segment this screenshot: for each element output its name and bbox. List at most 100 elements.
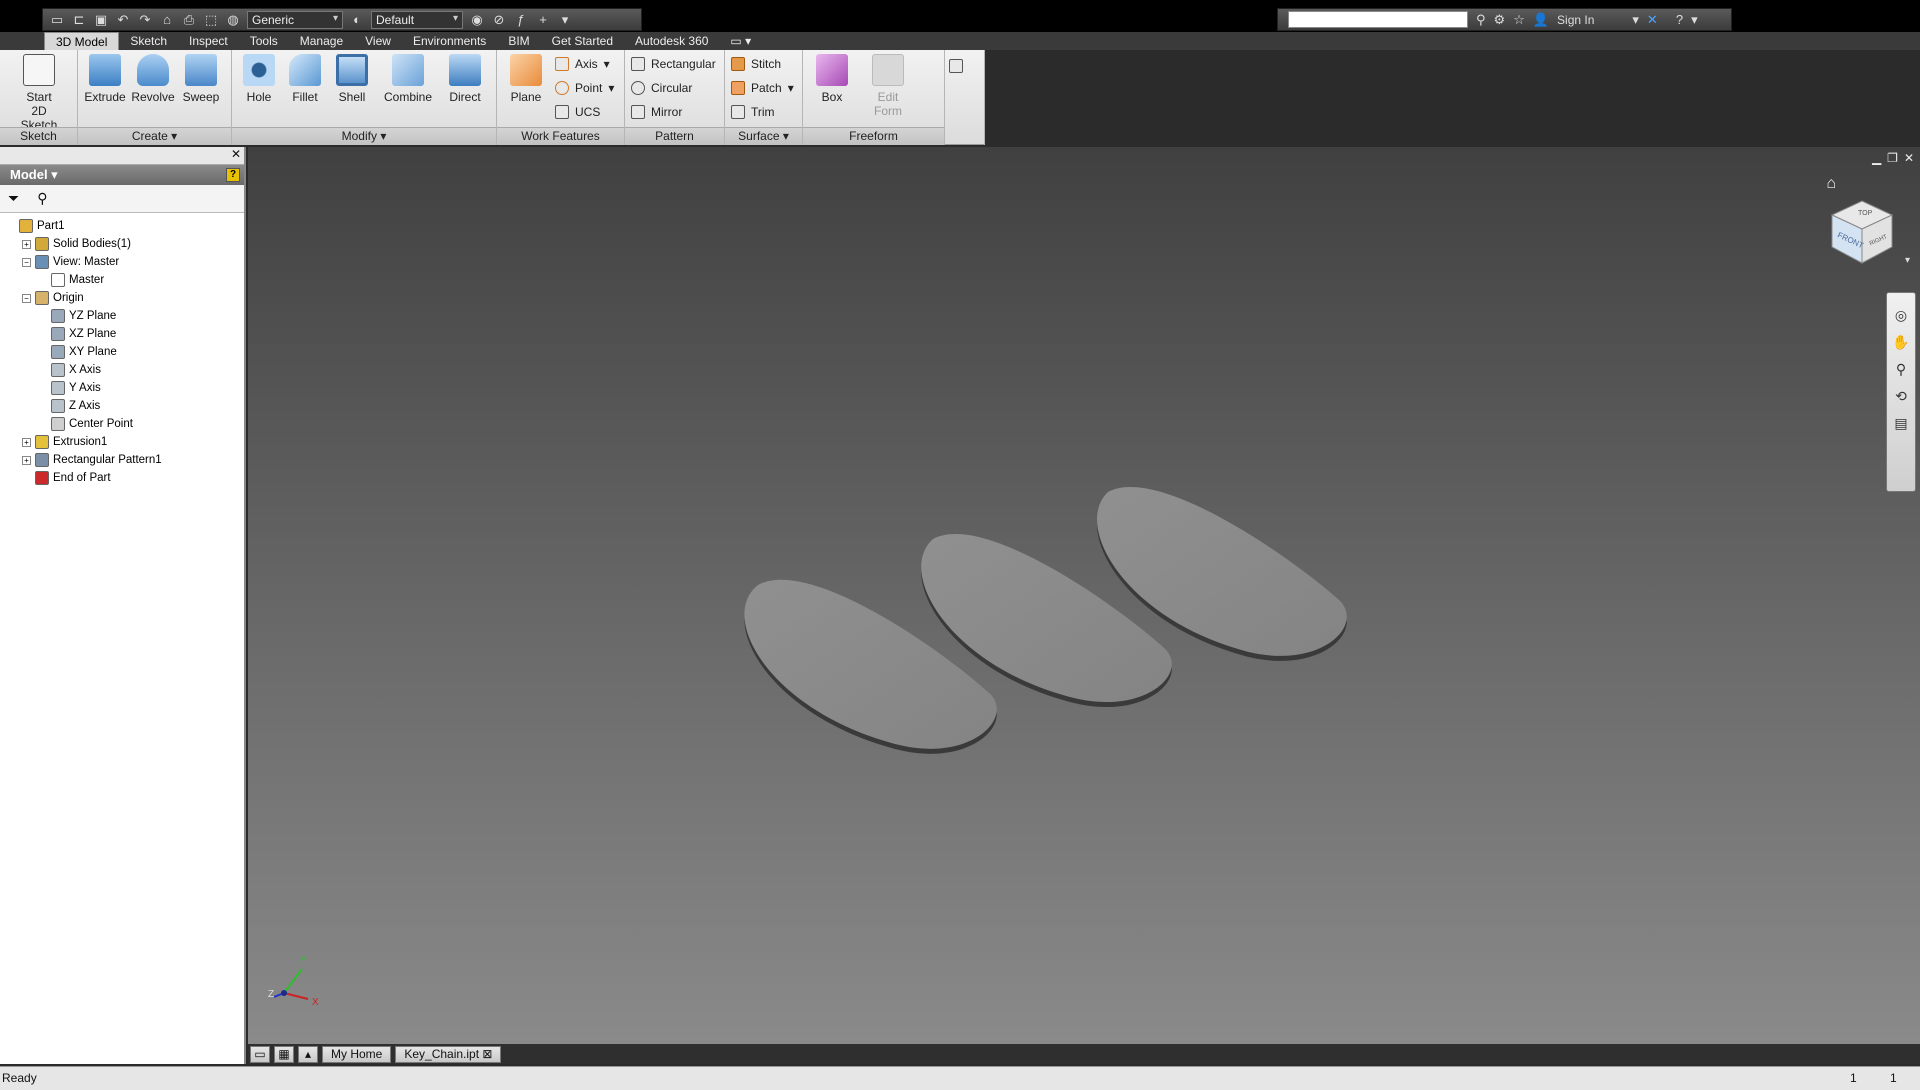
tab-3d-model[interactable]: 3D Model <box>44 32 120 50</box>
filter-icon[interactable]: ⏷ <box>8 190 19 207</box>
tree-expander-icon[interactable]: + <box>22 437 31 447</box>
shell-button[interactable]: Shell <box>327 54 377 126</box>
tab-view[interactable]: View <box>354 32 402 50</box>
mirror-button[interactable]: Mirror <box>631 102 682 122</box>
graphics-window[interactable]: ▁ ❐ ✕ ⌂ TOP FRONT RIGHT ▾ ◎ ✋ ⚲ ⟲ ▤ Y X … <box>248 147 1920 1044</box>
patch-button[interactable]: Patch ▾ <box>731 78 794 98</box>
tab-inspect[interactable]: Inspect <box>178 32 239 50</box>
browser-header[interactable]: Model ▾ ? <box>0 165 244 185</box>
tab-autodesk-360[interactable]: Autodesk 360 <box>624 32 719 50</box>
direct-button[interactable]: Direct <box>440 54 490 126</box>
axis-dropdown-icon[interactable]: ▾ <box>604 57 610 71</box>
tab-bim[interactable]: BIM <box>497 32 540 50</box>
point-button[interactable]: Point ▾ <box>555 78 614 98</box>
fillet-button[interactable]: Fillet <box>280 54 330 126</box>
point-dropdown-icon[interactable]: ▾ <box>608 81 614 95</box>
model-geometry[interactable] <box>248 147 1920 1044</box>
sweep-button[interactable]: Sweep <box>176 54 226 126</box>
print-icon[interactable]: ⎙ <box>181 12 197 28</box>
tree-node[interactable]: YZ Plane <box>6 307 244 325</box>
patch-dropdown-icon[interactable]: ▾ <box>788 81 794 95</box>
adjust-icon[interactable]: ◉ <box>469 12 485 28</box>
material-select[interactable]: Default <box>371 10 463 29</box>
tree-node[interactable]: Part1 <box>6 217 244 235</box>
combine-button[interactable]: Combine <box>377 54 439 126</box>
sign-in-button[interactable]: Sign In <box>1557 13 1594 27</box>
edit-form-button[interactable]: Edit Form <box>863 54 913 126</box>
stitch-button[interactable]: Stitch <box>731 54 781 74</box>
tree-node[interactable]: − Origin <box>6 289 244 307</box>
fx-icon[interactable]: ƒ <box>513 12 529 28</box>
help-icon[interactable]: ? <box>226 168 240 182</box>
modify-panel[interactable]: Hole Fillet Shell Combine Direct Modify … <box>232 50 497 145</box>
globe-icon[interactable]: ◍ <box>225 12 241 28</box>
save-icon[interactable]: ▣ <box>93 12 109 28</box>
trim-button[interactable]: Trim <box>731 102 775 122</box>
circular-pattern-button[interactable]: Circular <box>631 78 692 98</box>
help-button[interactable]: ? <box>1676 12 1683 27</box>
tab-tools[interactable]: Tools <box>239 32 289 50</box>
revolve-button[interactable]: Revolve <box>128 54 178 126</box>
tile-icon[interactable]: ▭ <box>250 1045 270 1063</box>
tree-expander-icon[interactable]: + <box>22 239 31 249</box>
new-file-icon[interactable]: ▭ <box>49 12 65 28</box>
tree-node[interactable]: + Solid Bodies(1) <box>6 235 244 253</box>
undo-icon[interactable]: ↶ <box>115 12 131 28</box>
help-dropdown-icon[interactable]: ▾ <box>1691 12 1698 28</box>
tree-node[interactable]: + Rectangular Pattern1 <box>6 451 244 469</box>
tree-expander-icon[interactable]: − <box>22 293 31 303</box>
customize-qat-icon[interactable]: ▾ <box>557 12 573 28</box>
tab-key-chain[interactable]: Key_Chain.ipt ⊠ <box>395 1045 502 1063</box>
hole-button[interactable]: Hole <box>234 54 284 126</box>
tree-node[interactable]: Z Axis <box>6 397 244 415</box>
tab-get-started[interactable]: Get Started <box>541 32 624 50</box>
tree-expander-icon[interactable]: + <box>22 455 31 465</box>
tree-node[interactable]: Master <box>6 271 244 289</box>
tree-node[interactable]: XZ Plane <box>6 325 244 343</box>
find-icon[interactable]: ⚲ <box>37 190 47 207</box>
close-icon[interactable]: ✕ <box>231 147 241 161</box>
binoculars-icon[interactable]: ⚲ <box>1476 12 1486 28</box>
tree-node[interactable]: XY Plane <box>6 343 244 361</box>
help-search-input[interactable] <box>1288 11 1468 28</box>
surface-panel[interactable]: Stitch Patch ▾ Trim Surface ▾ <box>725 50 803 145</box>
extrude-button[interactable]: Extrude <box>80 54 130 126</box>
axis-button[interactable]: Axis ▾ <box>555 54 610 74</box>
tree-expander-icon[interactable]: − <box>22 257 31 267</box>
home-icon[interactable]: ⌂ <box>159 12 175 28</box>
signin-dropdown-icon[interactable]: ▾ <box>1632 12 1639 28</box>
open-icon[interactable]: ⊏ <box>71 12 87 28</box>
tab-my-home[interactable]: My Home <box>322 1045 392 1063</box>
add-icon[interactable]: + <box>535 12 551 28</box>
tree-node[interactable]: Y Axis <box>6 379 244 397</box>
tab-environments[interactable]: Environments <box>402 32 497 50</box>
clear-override-icon[interactable]: ⊘ <box>491 12 507 28</box>
tab-sketch[interactable]: Sketch <box>119 32 178 50</box>
ucs-button[interactable]: UCS <box>555 102 600 122</box>
plane-button[interactable]: Plane <box>501 54 551 126</box>
tree-node[interactable]: Center Point <box>6 415 244 433</box>
rectangular-pattern-button[interactable]: Rectangular <box>631 54 716 74</box>
tree-node[interactable]: X Axis <box>6 361 244 379</box>
tree-node[interactable]: End of Part <box>6 469 244 487</box>
create-panel[interactable]: Extrude Revolve Sweep Create ▾ <box>78 50 232 145</box>
redo-icon[interactable]: ↷ <box>137 12 153 28</box>
tree-node[interactable]: + Extrusion1 <box>6 433 244 451</box>
exchange-icon[interactable]: ✕ <box>1647 12 1658 28</box>
modify-panel-title[interactable]: Modify ▾ <box>232 127 496 145</box>
create-panel-title[interactable]: Create ▾ <box>78 127 231 145</box>
ribbon-options-icon[interactable]: ▭ ▾ <box>719 32 762 50</box>
ribbon-extra-icon[interactable] <box>949 56 963 76</box>
doc-list-icon[interactable]: ▴ <box>298 1045 318 1063</box>
tab-close-icon[interactable]: ⊠ <box>482 1047 492 1061</box>
cascade-icon[interactable]: ▦ <box>274 1045 294 1063</box>
appearance-select[interactable]: Generic <box>247 10 343 29</box>
box-button[interactable]: Box <box>807 54 857 126</box>
surface-panel-title[interactable]: Surface ▾ <box>725 127 802 145</box>
favorites-icon[interactable]: ☆ <box>1513 12 1525 28</box>
select-icon[interactable]: ⬚ <box>203 12 219 28</box>
subscription-icon[interactable]: ⚙ <box>1494 12 1506 28</box>
tab-manage[interactable]: Manage <box>289 32 354 50</box>
tree-node[interactable]: − View: Master <box>6 253 244 271</box>
start-2d-sketch-button[interactable]: Start 2D Sketch <box>14 54 64 132</box>
